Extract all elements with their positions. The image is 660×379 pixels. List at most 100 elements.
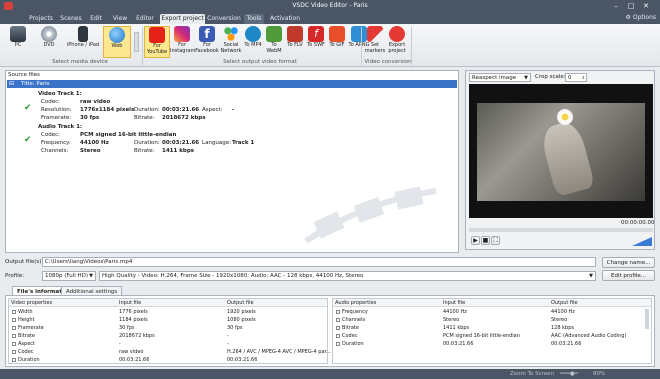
video-track-title: Video Track 1: (38, 91, 82, 97)
checkbox[interactable] (336, 318, 340, 322)
checkbox[interactable] (12, 358, 16, 362)
audio-prop-output: 00:03:21.66 (551, 341, 582, 347)
edit-profile-button[interactable]: Edit profile... (602, 270, 655, 281)
preview-time: 00:00:00.00 (621, 220, 655, 226)
facebook-icon: f (199, 26, 215, 42)
audio-language-value: Track 1 (232, 140, 255, 146)
checkbox[interactable] (12, 334, 16, 338)
audio-prop-name: Duration (342, 341, 364, 347)
menu-tools[interactable]: Tools (244, 14, 264, 24)
ribbon: PC DVD iPhone / iPad Web Select media de… (0, 24, 660, 67)
format-mp4-button[interactable]: To MP4 (243, 26, 263, 58)
separator (411, 27, 412, 65)
close-button[interactable]: ✕ (640, 1, 652, 11)
video-prop-name: Width (18, 309, 33, 315)
video-duration-label: Duration: (134, 107, 160, 113)
format-instagram-button[interactable]: For Instagram (170, 26, 195, 58)
video-track-check-icon[interactable]: ✔ (24, 103, 32, 113)
flag-icon (367, 26, 383, 42)
menu-bar: Projects Scenes Edit View Editor Export … (0, 12, 660, 24)
checkbox[interactable] (12, 318, 16, 322)
zoom-slider[interactable]: ━━━●━ (560, 371, 578, 377)
audio-prop-name: Frequency (342, 309, 368, 315)
minimize-button[interactable]: – (610, 1, 622, 11)
maximize-button[interactable]: □ (625, 1, 637, 11)
change-name-button[interactable]: Change name... (602, 257, 655, 268)
format-swf-button[interactable]: f To SWF (306, 26, 326, 58)
preview-seek-bar[interactable] (469, 228, 653, 232)
device-iphone-label: iPhone / iPad (66, 42, 100, 48)
format-youtube-button[interactable]: For YouTube (144, 26, 170, 58)
format-flv-label: To FLV (287, 42, 303, 48)
set-markers-button[interactable]: Set markers (364, 26, 386, 58)
properties-panel: Video properties Input file Output file … (5, 295, 655, 367)
audio-codec-label: Codec: (41, 132, 60, 138)
menu-activation[interactable]: Activation (268, 14, 302, 24)
video-properties-table: Video properties Input file Output file … (8, 298, 331, 364)
menu-conversion[interactable]: Conversion (206, 14, 242, 24)
device-iphone-button[interactable]: iPhone / iPad (66, 26, 100, 58)
options-menu[interactable]: ⚙ Options (626, 14, 656, 21)
play-button[interactable]: ▶ (471, 236, 480, 245)
crop-scale-input[interactable]: 0 ⇕ (565, 73, 587, 82)
scrollbar[interactable] (645, 309, 649, 329)
spinner-icon[interactable]: ⇕ (582, 74, 585, 81)
chevron-down-icon: ▼ (589, 273, 593, 279)
video-prop-input: 1184 pixels (119, 317, 148, 323)
video-preview[interactable] (469, 84, 653, 218)
checkbox[interactable] (336, 326, 340, 330)
format-webm-button[interactable]: To WebM (264, 26, 284, 58)
volume-icon[interactable] (632, 237, 652, 246)
output-file-input[interactable]: C:\Users\liang\Videos\Paris.mp4 (42, 257, 596, 267)
format-youtube-label: For YouTube (146, 43, 168, 55)
fullscreen-button[interactable]: ⛶ (491, 236, 500, 245)
checkbox[interactable] (12, 342, 16, 346)
menu-editor[interactable]: Editor (133, 14, 157, 24)
menu-scenes[interactable]: Scenes (58, 14, 84, 24)
menu-edit[interactable]: Edit (86, 14, 106, 24)
device-scroll-button[interactable] (134, 32, 139, 52)
video-prop-output: - (227, 341, 229, 347)
menu-projects[interactable]: Projects (28, 14, 54, 24)
checkbox[interactable] (12, 350, 16, 354)
social-network-icon (223, 26, 239, 42)
chevron-down-icon: ▼ (89, 273, 93, 279)
format-social-button[interactable]: Social Network (220, 26, 242, 58)
preview-mode-select[interactable]: Reaspect image ▼ (469, 73, 531, 82)
menu-view[interactable]: View (110, 14, 130, 24)
profile-select[interactable]: 1080p (Full HD) ▼ (42, 271, 96, 281)
stop-button[interactable]: ■ (481, 236, 490, 245)
device-web-button[interactable]: Web (103, 26, 131, 58)
profile-detail-select[interactable]: High Quality - Video: H.264, Frame Size … (99, 271, 596, 281)
flv-icon (287, 26, 303, 42)
pc-icon (10, 26, 26, 42)
video-prop-input: 00:03:21.66 (119, 357, 150, 363)
checkbox[interactable] (336, 334, 340, 338)
menu-export-project[interactable]: Export project (160, 14, 205, 24)
format-gif-button[interactable]: To GIF (327, 26, 347, 58)
checkbox[interactable] (12, 310, 16, 314)
checkbox[interactable] (336, 310, 340, 314)
format-facebook-button[interactable]: f For Facebook (195, 26, 219, 58)
checkbox[interactable] (12, 326, 16, 330)
audio-channels-value: Stereo (80, 148, 101, 154)
video-duration-value: 00:03:21.66 (162, 107, 200, 113)
audio-codec-value: PCM signed 16-bit little-endian (80, 132, 177, 138)
video-prop-input: 30 fps (119, 325, 135, 331)
device-dvd-button[interactable]: DVD (35, 26, 63, 58)
window-title: VSDC Video Editor - Paris (292, 2, 368, 9)
export-project-button[interactable]: Export project (386, 26, 408, 58)
chevron-down-icon: ▼ (524, 75, 528, 81)
video-prop-output: 00:03:21.66 (227, 357, 258, 363)
crop-scale-label: Crop scale: (535, 74, 566, 80)
audio-frequency-label: Frequency: (41, 140, 71, 146)
audio-channels-label: Channels: (41, 148, 69, 154)
file-title-row[interactable]: ⊟ Title: Paris (7, 80, 457, 88)
video-prop-input: raw video (119, 349, 144, 355)
audio-track-check-icon[interactable]: ✔ (24, 135, 32, 145)
collapse-icon[interactable]: ⊟ (9, 80, 14, 88)
checkbox[interactable] (336, 342, 340, 346)
preview-panel: Reaspect image ▼ Crop scale: 0 ⇕ 00:00:0… (465, 70, 655, 250)
device-pc-button[interactable]: PC (4, 26, 32, 58)
format-flv-button[interactable]: To FLV (285, 26, 305, 58)
